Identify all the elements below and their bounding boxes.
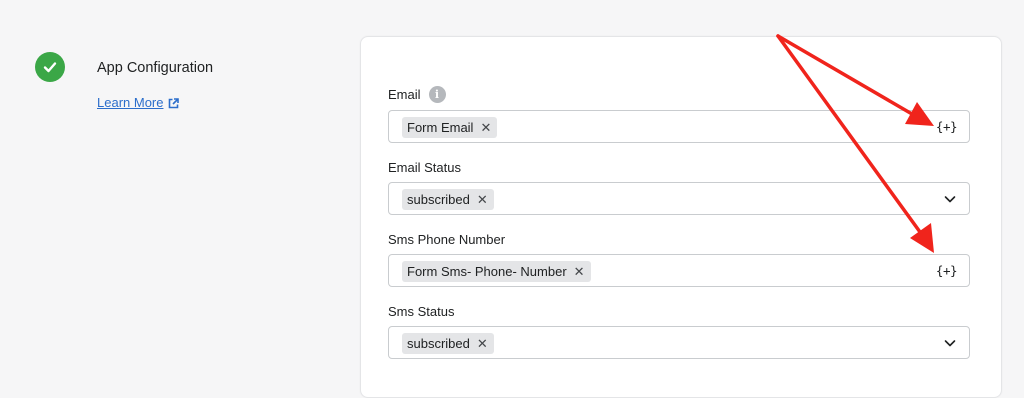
sms-status-label: Sms Status	[388, 304, 454, 320]
sms-status-label-text: Sms Status	[388, 304, 455, 319]
email-status-label: Email Status	[388, 160, 461, 176]
learn-more-label: Learn More	[97, 95, 164, 110]
email-status-chip: subscribed ✕	[402, 189, 494, 210]
email-status-label-text: Email Status	[388, 160, 461, 175]
step-title: App Configuration	[97, 60, 214, 76]
step-complete-badge	[35, 52, 65, 82]
sms-phone-chip: Form Sms- Phone- Number ✕	[402, 261, 591, 282]
external-link-icon	[168, 97, 180, 109]
sms-phone-label-text: Sms Phone Number	[388, 232, 506, 247]
chevron-down-icon[interactable]	[944, 194, 956, 204]
checkmark-icon	[43, 62, 57, 73]
insert-variable-icon[interactable]: {+}	[936, 119, 958, 134]
sms-status-chip: subscribed ✕	[402, 333, 494, 354]
sms-phone-label: Sms Phone Number	[388, 232, 505, 248]
learn-more-link[interactable]: Learn More	[97, 95, 180, 111]
sms-phone-field[interactable]: Form Sms- Phone- Number ✕ {+}	[388, 254, 970, 287]
email-field[interactable]: Form Email ✕ {+}	[388, 110, 970, 143]
info-icon[interactable]: i	[428, 86, 446, 103]
chip-label: subscribed	[407, 336, 470, 351]
chip-label: Form Sms- Phone- Number	[407, 264, 567, 279]
email-label-text: Email	[388, 86, 421, 102]
remove-chip-icon[interactable]: ✕	[477, 337, 488, 350]
email-label: Email i	[388, 86, 446, 103]
chip-label: Form Email	[407, 120, 474, 135]
chevron-down-icon[interactable]	[944, 338, 956, 348]
sms-status-select[interactable]: subscribed ✕	[388, 326, 970, 359]
email-chip: Form Email ✕	[402, 117, 498, 138]
remove-chip-icon[interactable]: ✕	[574, 265, 585, 278]
remove-chip-icon[interactable]: ✕	[477, 193, 488, 206]
chip-label: subscribed	[407, 192, 470, 207]
insert-variable-icon[interactable]: {+}	[936, 263, 958, 278]
remove-chip-icon[interactable]: ✕	[480, 121, 491, 134]
email-status-select[interactable]: subscribed ✕	[388, 182, 970, 215]
